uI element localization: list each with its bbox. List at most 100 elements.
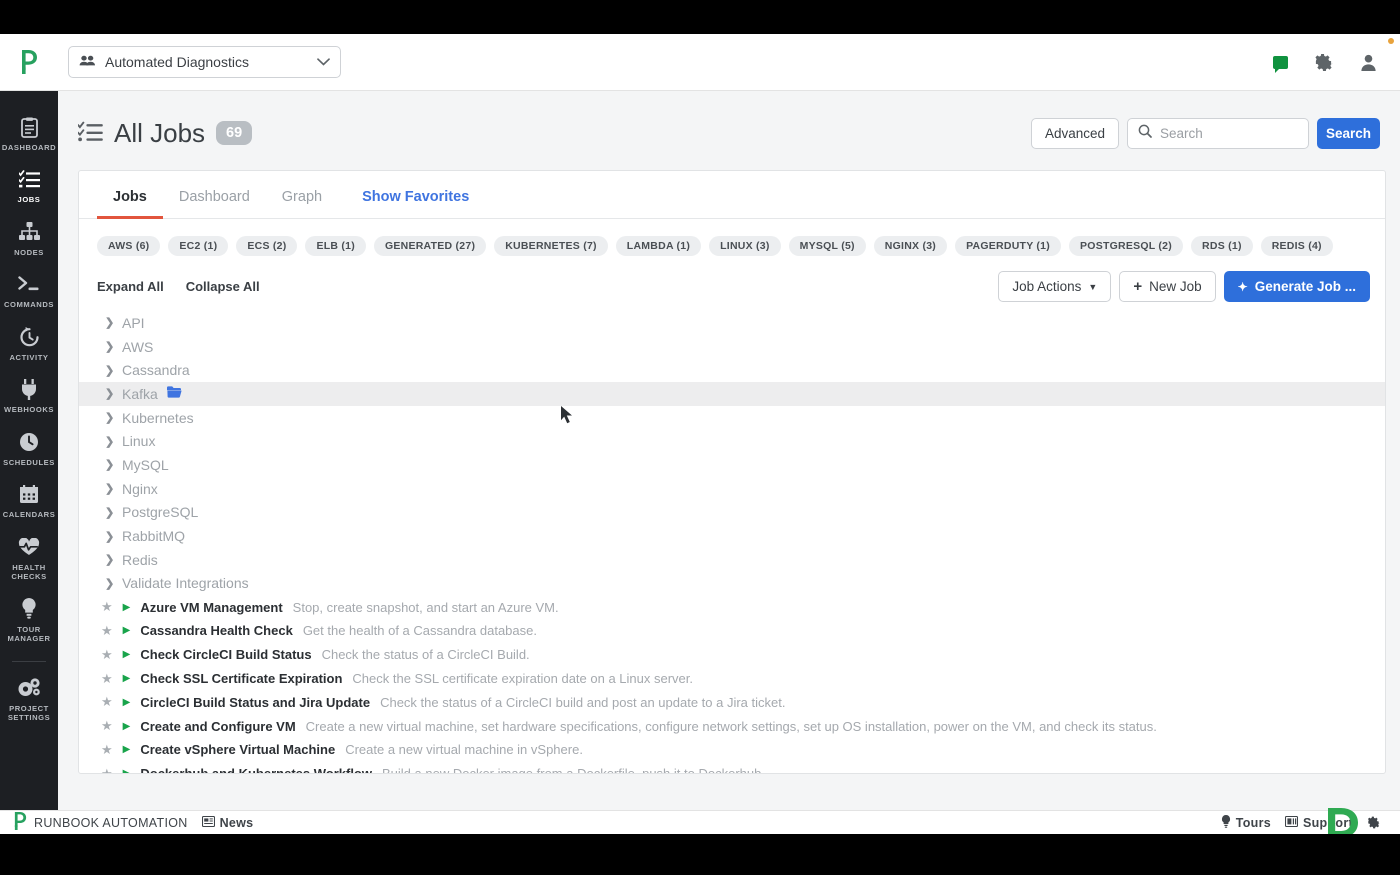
- tag-nginx[interactable]: NGINX (3): [873, 236, 948, 256]
- sidebar-item-project-settings[interactable]: PROJECT SETTINGS: [0, 668, 58, 730]
- checklist-icon: [18, 168, 40, 190]
- run-job-icon[interactable]: ▶: [123, 721, 131, 732]
- tag-redis[interactable]: REDIS (4): [1260, 236, 1333, 256]
- folder-row[interactable]: ❯ PostgreSQL: [79, 501, 1385, 525]
- job-row[interactable]: ★ ▶ CircleCI Build Status and Jira Update C…: [79, 690, 1385, 714]
- run-job-icon[interactable]: ▶: [123, 602, 131, 613]
- run-job-icon[interactable]: ▶: [123, 625, 131, 636]
- tag-elb[interactable]: ELB (1): [305, 236, 366, 256]
- tag-lambda[interactable]: LAMBDA (1): [615, 236, 702, 256]
- run-job-icon[interactable]: ▶: [123, 673, 131, 684]
- sidebar-item-schedules[interactable]: SCHEDULES: [0, 422, 58, 474]
- tag-aws[interactable]: AWS (6): [97, 236, 161, 256]
- chevron-right-icon: ❯: [105, 388, 115, 401]
- folder-row-kafka[interactable]: ❯ Kafka: [79, 382, 1385, 406]
- collapse-all-button[interactable]: Collapse All: [186, 279, 260, 294]
- news-button[interactable]: News: [201, 815, 254, 830]
- gear-icon[interactable]: [1314, 53, 1333, 72]
- run-job-icon[interactable]: ▶: [123, 768, 131, 773]
- status-bar: RUNBOOK AUTOMATION News Tours Support: [0, 810, 1400, 834]
- chat-icon[interactable]: [1273, 55, 1288, 73]
- job-row[interactable]: ★ ▶ Create vSphere Virtual Machine Create a…: [79, 738, 1385, 762]
- sidebar-item-label: WEBHOOKS: [4, 405, 54, 415]
- favorite-star-icon[interactable]: ★: [101, 623, 113, 639]
- run-job-icon[interactable]: ▶: [123, 697, 131, 708]
- favorite-star-icon[interactable]: ★: [101, 718, 113, 734]
- favorite-star-icon[interactable]: ★: [101, 647, 113, 663]
- sidebar-item-health-checks[interactable]: HEALTH CHECKS: [0, 527, 58, 589]
- job-row[interactable]: ★ ▶ Check CircleCI Build Status Check the s…: [79, 643, 1385, 667]
- favorite-star-icon[interactable]: ★: [101, 766, 113, 773]
- sidebar-item-activity[interactable]: ACTIVITY: [0, 317, 58, 369]
- job-name: Create and Configure VM: [140, 718, 296, 734]
- folder-open-icon[interactable]: [166, 386, 182, 401]
- tab-jobs[interactable]: Jobs: [97, 183, 163, 219]
- folder-row[interactable]: ❯ API: [79, 311, 1385, 335]
- tours-button[interactable]: Tours: [1221, 814, 1271, 831]
- jobs-scrollbar[interactable]: [1377, 171, 1385, 773]
- search-box[interactable]: [1127, 117, 1309, 149]
- folder-row[interactable]: ❯ Kubernetes: [79, 406, 1385, 430]
- expand-all-button[interactable]: Expand All: [97, 279, 164, 294]
- sidebar-item-calendars[interactable]: CALENDARS: [0, 474, 58, 526]
- job-name: Check CircleCI Build Status: [140, 647, 312, 663]
- tag-pagerduty[interactable]: PAGERDUTY (1): [955, 236, 1062, 256]
- generate-job-button[interactable]: ✦ Generate Job ...: [1223, 271, 1370, 302]
- folder-row[interactable]: ❯ MySQL: [79, 453, 1385, 477]
- show-favorites-link[interactable]: Show Favorites: [338, 183, 485, 219]
- tag-ec2[interactable]: EC2 (1): [168, 236, 229, 256]
- user-icon[interactable]: [1359, 53, 1378, 72]
- favorite-star-icon[interactable]: ★: [101, 599, 113, 615]
- job-actions-button[interactable]: Job Actions ▼: [998, 271, 1112, 302]
- sidebar-item-tour-manager[interactable]: TOUR MANAGER: [0, 589, 58, 651]
- favorite-star-icon[interactable]: ★: [101, 742, 113, 758]
- chevron-right-icon: ❯: [105, 341, 115, 354]
- tab-graph[interactable]: Graph: [266, 183, 338, 219]
- advanced-button[interactable]: Advanced: [1030, 117, 1119, 149]
- folder-row[interactable]: ❯ Validate Integrations: [79, 572, 1385, 596]
- run-job-icon[interactable]: ▶: [123, 649, 131, 660]
- tag-postgresql[interactable]: POSTGRESQL (2): [1069, 236, 1184, 256]
- tag-ecs[interactable]: ECS (2): [236, 236, 298, 256]
- lightbulb-icon: [1221, 814, 1231, 831]
- tag-mysql[interactable]: MYSQL (5): [788, 236, 866, 256]
- job-row[interactable]: ★ ▶ Check SSL Certificate Expiration Check …: [79, 667, 1385, 691]
- search-input[interactable]: [1160, 125, 1298, 141]
- job-description: Create a new virtual machine in vSphere.: [345, 742, 583, 758]
- folder-label: Cassandra: [122, 362, 190, 379]
- search-button[interactable]: Search: [1317, 117, 1380, 149]
- tag-linux[interactable]: LINUX (3): [709, 236, 781, 256]
- chevron-right-icon: ❯: [105, 412, 115, 425]
- sidebar-item-jobs[interactable]: JOBS: [0, 159, 58, 211]
- sidebar-item-nodes[interactable]: NODES: [0, 212, 58, 264]
- folder-row[interactable]: ❯ AWS: [79, 335, 1385, 359]
- pagerduty-logo-icon[interactable]: [0, 50, 58, 74]
- favorite-star-icon[interactable]: ★: [101, 694, 113, 710]
- tag-rds[interactable]: RDS (1): [1191, 236, 1253, 256]
- favorite-star-icon[interactable]: ★: [101, 671, 113, 687]
- sidebar-divider: [12, 660, 46, 662]
- folder-row[interactable]: ❯ Redis: [79, 548, 1385, 572]
- job-row[interactable]: ★ ▶ Azure VM Management Stop, create snapsh…: [79, 595, 1385, 619]
- tag-generated[interactable]: GENERATED (27): [373, 236, 487, 256]
- job-row[interactable]: ★ ▶ Create and Configure VM Create a new vi…: [79, 714, 1385, 738]
- tag-kubernetes[interactable]: KUBERNETES (7): [494, 236, 608, 256]
- support-button[interactable]: Support: [1284, 815, 1353, 830]
- sidebar-item-commands[interactable]: COMMANDS: [0, 264, 58, 316]
- job-description: Create a new virtual machine, set hardwa…: [305, 718, 1157, 734]
- folder-row[interactable]: ❯ Linux: [79, 429, 1385, 453]
- run-job-icon[interactable]: ▶: [123, 744, 131, 755]
- job-row[interactable]: ★ ▶ Cassandra Health Check Get the health o…: [79, 619, 1385, 643]
- new-job-button[interactable]: + New Job: [1119, 271, 1216, 302]
- project-selector[interactable]: Automated Diagnostics: [68, 46, 341, 78]
- sidebar-item-label: TOUR MANAGER: [7, 624, 51, 644]
- folder-row[interactable]: ❯ Cassandra: [79, 358, 1385, 382]
- job-description: Stop, create snapshot, and start an Azur…: [292, 599, 559, 615]
- gear-icon[interactable]: [1367, 816, 1380, 829]
- job-row[interactable]: ★ ▶ Dockerhub and Kubernetes Workflow Build…: [79, 762, 1385, 773]
- sidebar-item-webhooks[interactable]: WEBHOOKS: [0, 369, 58, 421]
- folder-row[interactable]: ❯ RabbitMQ: [79, 524, 1385, 548]
- tab-dashboard[interactable]: Dashboard: [163, 183, 266, 219]
- folder-row[interactable]: ❯ Nginx: [79, 477, 1385, 501]
- sidebar-item-dashboard[interactable]: DASHBOARD: [0, 107, 58, 159]
